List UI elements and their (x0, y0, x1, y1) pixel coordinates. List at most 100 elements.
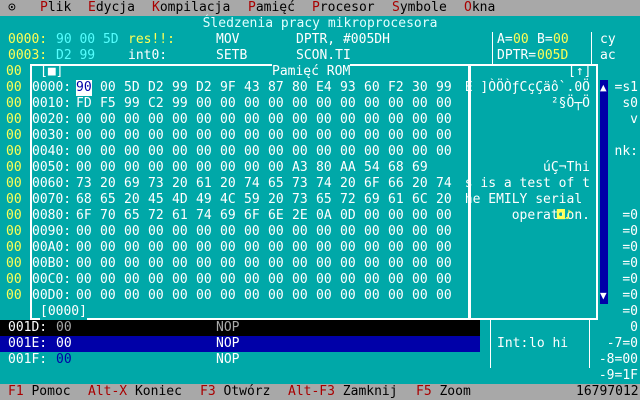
hex-byte[interactable]: 00 (316, 256, 332, 272)
hex-byte[interactable]: 99 (124, 96, 140, 112)
hex-byte[interactable]: 00 (124, 144, 140, 160)
hex-byte[interactable]: 00 (268, 96, 284, 112)
hex-byte[interactable]: 20 (412, 176, 428, 192)
hex-byte[interactable]: 00 (412, 240, 428, 256)
hex-byte[interactable]: 00 (340, 112, 356, 128)
hex-byte[interactable]: 00 (172, 288, 188, 304)
hex-byte[interactable]: 99 (436, 80, 452, 96)
hex-byte[interactable]: 72 (340, 192, 356, 208)
hex-byte[interactable]: 00 (340, 240, 356, 256)
menu-pamiec[interactable]: Pamięć (248, 0, 295, 16)
hex-byte[interactable]: 00 (244, 112, 260, 128)
hex-byte[interactable]: 49 (196, 192, 212, 208)
menu-edycja[interactable]: Edycja (88, 0, 135, 16)
hex-byte[interactable]: 00 (364, 128, 380, 144)
hex-byte[interactable]: 69 (412, 160, 428, 176)
hex-byte[interactable]: 00 (100, 240, 116, 256)
hex-byte[interactable]: 00 (436, 288, 452, 304)
hex-byte[interactable]: 00 (292, 144, 308, 160)
flag-ac[interactable]: ac (600, 48, 616, 64)
hex-byte[interactable]: 00 (220, 160, 236, 176)
hex-byte[interactable]: 00 (364, 256, 380, 272)
hex-byte[interactable]: 00 (412, 128, 428, 144)
hex-byte[interactable]: 00 (220, 144, 236, 160)
hex-byte[interactable]: 68 (76, 192, 92, 208)
hex-byte[interactable]: 43 (244, 80, 260, 96)
hex-byte[interactable]: 00 (364, 96, 380, 112)
hex-byte[interactable]: 00 (388, 144, 404, 160)
hex-byte[interactable]: 00 (340, 144, 356, 160)
hex-byte[interactable]: 60 (364, 80, 380, 96)
hex-byte[interactable]: 70 (100, 208, 116, 224)
flag-cy[interactable]: cy (600, 32, 616, 48)
hex-byte[interactable]: 93 (340, 80, 356, 96)
hex-byte[interactable]: 00 (244, 160, 260, 176)
reg-dptr-value[interactable]: 005D (537, 48, 568, 64)
hex-byte[interactable]: 20 (100, 176, 116, 192)
status-exit[interactable]: Alt-X Koniec (88, 384, 182, 400)
hex-byte[interactable]: 00 (76, 144, 92, 160)
hex-byte[interactable]: 74 (244, 176, 260, 192)
hex-byte[interactable]: 00 (76, 240, 92, 256)
hex-byte[interactable]: 20 (172, 176, 188, 192)
hex-byte[interactable]: 2E (292, 208, 308, 224)
hex-byte[interactable]: 00 (172, 224, 188, 240)
hex-byte[interactable]: 00 (220, 288, 236, 304)
hex-byte[interactable]: 00 (148, 256, 164, 272)
hex-byte[interactable]: 00 (100, 288, 116, 304)
hex-byte[interactable]: F5 (100, 96, 116, 112)
hex-byte[interactable]: 00 (340, 272, 356, 288)
hex-byte[interactable]: 00 (196, 128, 212, 144)
hex-byte[interactable]: 69 (124, 176, 140, 192)
window-zoom-button[interactable]: [↑] (568, 64, 591, 80)
hex-byte[interactable]: 00 (364, 208, 380, 224)
hex-byte[interactable]: 00 (268, 256, 284, 272)
hex-byte[interactable]: 00 (316, 224, 332, 240)
hex-byte[interactable]: 00 (124, 112, 140, 128)
hex-byte[interactable]: 00 (100, 80, 116, 96)
hex-byte[interactable]: 00 (76, 128, 92, 144)
hex-byte[interactable]: 20 (124, 192, 140, 208)
hex-byte[interactable]: 00 (340, 256, 356, 272)
hex-byte[interactable]: 00 (388, 208, 404, 224)
hex-byte[interactable]: FD (76, 96, 92, 112)
hex-byte[interactable]: 00 (436, 96, 452, 112)
hex-byte[interactable]: 99 (172, 96, 188, 112)
ascii-row[interactable]: s is a test of t (465, 176, 590, 192)
hex-byte[interactable]: 74 (196, 208, 212, 224)
hex-byte[interactable]: 00 (268, 144, 284, 160)
hex-byte[interactable]: F2 (388, 80, 404, 96)
hex-byte[interactable]: 4C (220, 192, 236, 208)
hex-byte[interactable]: 00 (100, 160, 116, 176)
int-value[interactable]: lo hi (529, 336, 568, 352)
hex-byte[interactable]: 00 (76, 256, 92, 272)
hex-byte[interactable]: 00 (316, 144, 332, 160)
hex-byte[interactable]: 00 (76, 112, 92, 128)
hex-byte[interactable]: 30 (412, 80, 428, 96)
hex-byte[interactable]: 00 (388, 240, 404, 256)
hex-byte[interactable]: 00 (244, 144, 260, 160)
hex-byte[interactable]: 00 (196, 256, 212, 272)
hex-byte[interactable]: 00 (292, 96, 308, 112)
hex-byte[interactable]: 00 (412, 112, 428, 128)
reg-b-value[interactable]: 00 (553, 32, 569, 48)
hex-byte[interactable]: 00 (412, 224, 428, 240)
hex-byte[interactable]: 00 (172, 160, 188, 176)
hex-byte[interactable]: 65 (124, 208, 140, 224)
hex-byte[interactable]: 00 (316, 240, 332, 256)
hex-byte[interactable]: 00 (76, 272, 92, 288)
hex-byte[interactable]: 20 (268, 192, 284, 208)
ascii-row[interactable]: ²§Ö┬Ö (551, 96, 590, 112)
hex-byte[interactable]: 00 (220, 272, 236, 288)
hex-byte[interactable]: 00 (268, 112, 284, 128)
hex-byte[interactable]: 00 (340, 128, 356, 144)
hex-byte[interactable]: 00 (268, 224, 284, 240)
hex-byte[interactable]: 00 (292, 224, 308, 240)
hex-byte[interactable]: 20 (436, 192, 452, 208)
hex-byte[interactable]: 6C (412, 192, 428, 208)
hex-byte[interactable]: 0D (340, 208, 356, 224)
hex-byte[interactable]: 00 (148, 288, 164, 304)
hex-byte[interactable]: 00 (436, 240, 452, 256)
hex-byte[interactable]: 5D (124, 80, 140, 96)
hex-byte[interactable]: 00 (388, 96, 404, 112)
